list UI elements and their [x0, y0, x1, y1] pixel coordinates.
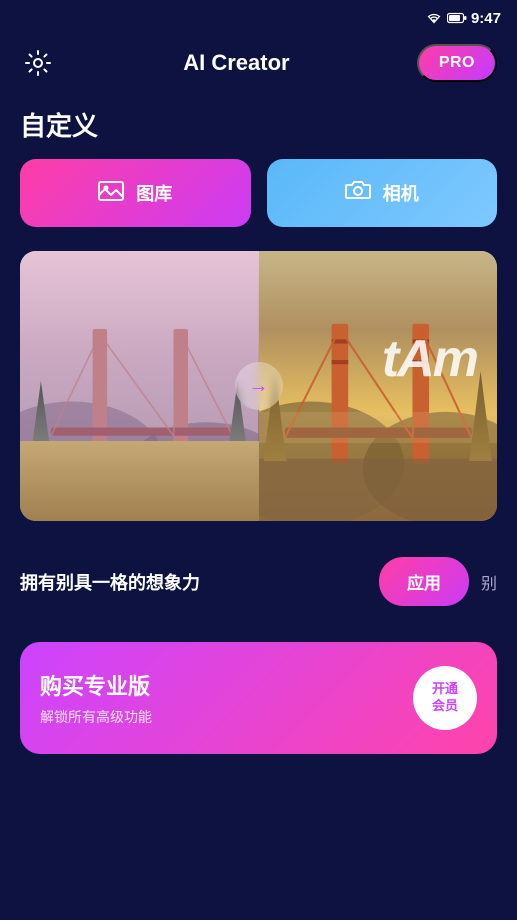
purchase-subtitle: 解锁所有高级功能 [40, 707, 152, 727]
carousel-arrow[interactable]: → [235, 362, 283, 410]
image-carousel-wrapper: → tAm [0, 251, 517, 521]
after-image [259, 251, 498, 521]
status-time: 9:47 [471, 10, 501, 27]
pro-badge-button[interactable]: PRO [417, 44, 497, 82]
settings-button[interactable] [20, 45, 56, 81]
status-icons: 9:47 [425, 10, 501, 27]
camera-icon [345, 179, 371, 207]
gear-icon [24, 49, 52, 77]
purchase-card[interactable]: 购买专业版 解锁所有高级功能 开通会员 [20, 642, 497, 754]
gallery-label: 图库 [136, 180, 172, 206]
camera-label: 相机 [383, 180, 419, 206]
unlock-button[interactable]: 开通会员 [413, 666, 477, 730]
wifi-icon [425, 11, 443, 25]
apply-button[interactable]: 应用 [379, 557, 469, 606]
header: AI Creator PRO [0, 36, 517, 98]
page-title: AI Creator [183, 50, 289, 76]
bridge-after [259, 251, 498, 521]
action-button-row: 图库 相机 [0, 159, 517, 227]
purchase-text-block: 购买专业版 解锁所有高级功能 [40, 669, 152, 727]
more-label: 别 [481, 570, 497, 594]
camera-button[interactable]: 相机 [267, 159, 498, 227]
gallery-icon [98, 179, 124, 207]
before-image [20, 251, 259, 521]
battery-icon [447, 12, 467, 24]
section-title: 自定义 [0, 98, 517, 159]
purchase-title: 购买专业版 [40, 669, 152, 701]
bridge-before [20, 251, 259, 521]
status-bar: 9:47 [0, 0, 517, 36]
bottom-action-bar: 拥有别具一格的想象力 应用 别 [0, 541, 517, 622]
gallery-button[interactable]: 图库 [20, 159, 251, 227]
arrow-icon: → [249, 375, 269, 398]
tagline-text: 拥有别具一格的想象力 [20, 569, 379, 595]
image-carousel[interactable]: → tAm [20, 251, 497, 521]
unlock-label: 开通会员 [432, 681, 458, 715]
